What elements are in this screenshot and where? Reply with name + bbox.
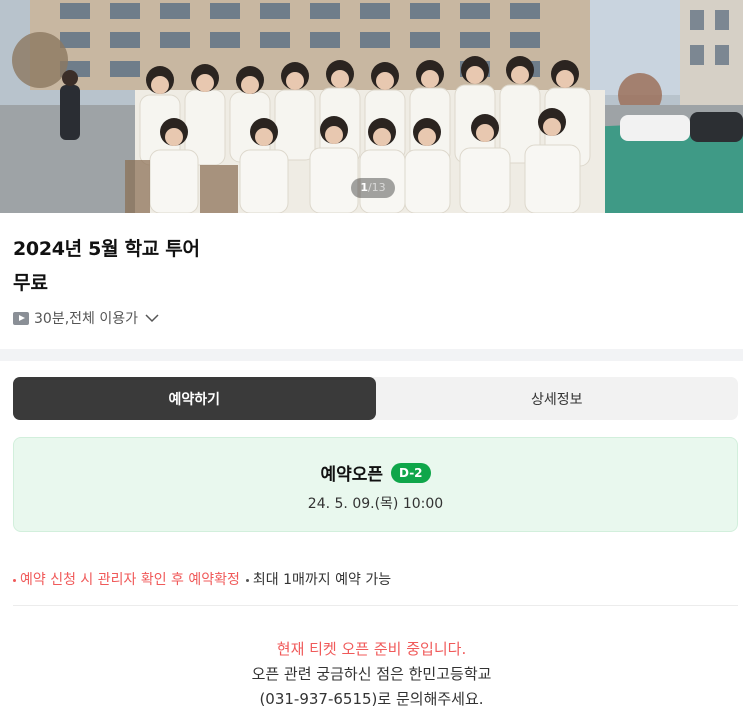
tab-reserve[interactable]: 예약하기	[13, 377, 376, 420]
section-divider	[0, 349, 743, 361]
note-limit: 최대 1매까지 예약 가능	[245, 569, 392, 589]
page-current: 1	[360, 181, 368, 194]
reservation-notes: 예약 신청 시 관리자 확인 후 예약확정 최대 1매까지 예약 가능	[13, 569, 391, 589]
reservation-title: 예약오픈	[320, 465, 384, 485]
reservation-date: 24. 5. 09.(목) 10:00	[307, 496, 444, 512]
note-confirm: 예약 신청 시 관리자 확인 후 예약확정	[13, 569, 240, 589]
photo-page-indicator: 1/13	[351, 178, 395, 198]
hero-photo[interactable]: 1/13	[0, 0, 743, 213]
dday-badge: D-2	[391, 462, 431, 483]
chevron-down-icon	[145, 313, 159, 322]
event-meta-toggle[interactable]: 30분,전체 이용가	[13, 308, 159, 328]
notice-line-3: (031-937-6515)로 문의해주세요.	[259, 690, 484, 708]
tab-bar: 예약하기 상세정보	[13, 377, 738, 420]
notice-line-1: 현재 티켓 오픈 준비 중입니다.	[276, 640, 467, 658]
event-meta-text: 30분,전체 이용가	[34, 311, 138, 327]
event-title: 2024년 5월 학교 투어	[13, 238, 200, 260]
tab-details[interactable]: 상세정보	[376, 377, 739, 420]
video-icon	[13, 311, 29, 325]
ticket-notice: 현재 티켓 오픈 준비 중입니다. 오픈 관련 궁금하신 점은 한민고등학교 (…	[0, 637, 743, 712]
bullet-icon	[245, 578, 249, 582]
note-limit-text: 최대 1매까지 예약 가능	[252, 572, 392, 588]
page-total: /13	[367, 181, 386, 194]
notice-line-2: 오픈 관련 궁금하신 점은 한민고등학교	[251, 665, 492, 683]
bullet-icon	[13, 578, 16, 582]
reservation-card: 예약오픈 D-2 24. 5. 09.(목) 10:00	[13, 437, 738, 532]
event-price: 무료	[13, 272, 48, 294]
notes-divider	[13, 605, 738, 606]
note-confirm-text: 예약 신청 시 관리자 확인 후 예약확정	[20, 572, 240, 588]
